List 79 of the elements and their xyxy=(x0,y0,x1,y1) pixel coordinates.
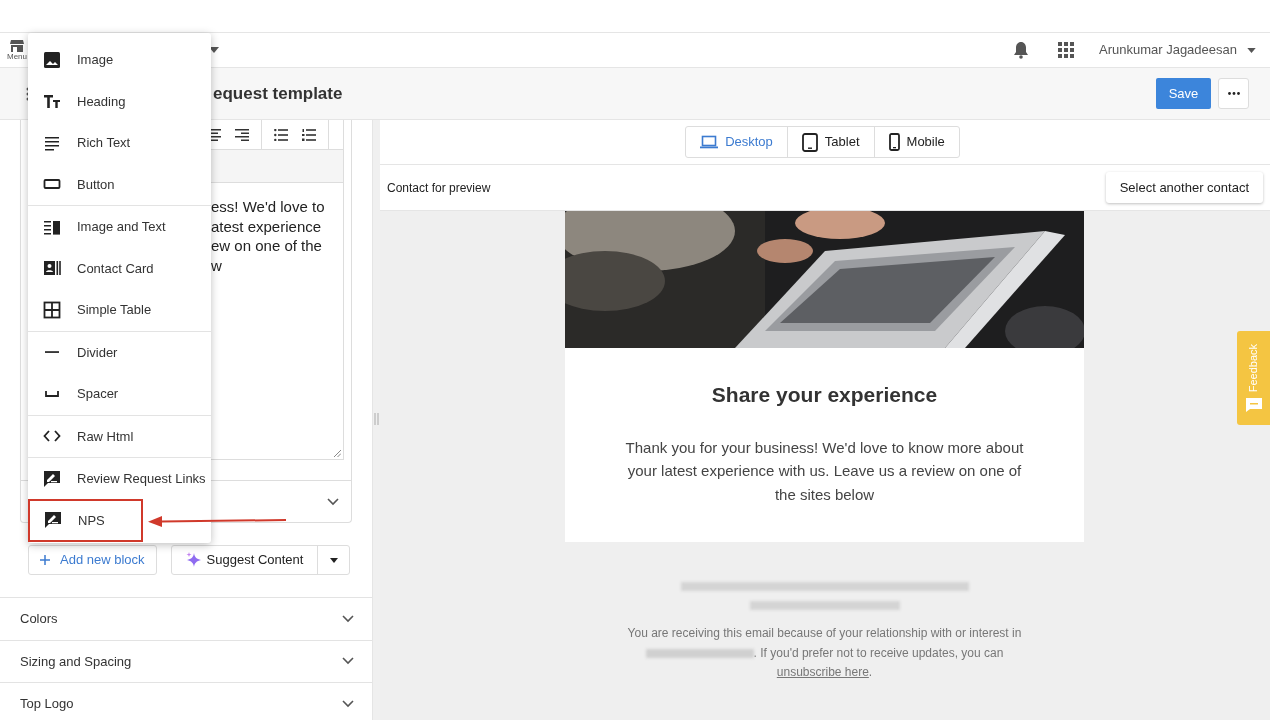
spacer-icon xyxy=(45,390,59,397)
menu-item[interactable]: Spacer xyxy=(28,373,211,415)
align-right-icon[interactable] xyxy=(235,128,249,141)
caret-icon xyxy=(1247,47,1256,53)
menu-item[interactable]: Heading xyxy=(28,80,211,122)
email-footer-text: You are receiving this email because of your relationship with or interest in . If you'd prefer not to receive updates, you can unsubscribe here. xyxy=(626,625,1023,681)
table-icon xyxy=(43,300,61,319)
menu-item-label: Image and Text xyxy=(77,218,166,236)
menu-item-label: Review Request Links xyxy=(77,470,206,488)
menu-item[interactable]: Simple Table xyxy=(28,289,211,331)
view-mode-tab[interactable]: Tablet xyxy=(786,127,874,157)
user-menu[interactable]: Arunkumar Jagadeesan xyxy=(1098,40,1256,60)
laptop-icon xyxy=(700,135,719,149)
section-title: Sizing and Spacing xyxy=(20,652,132,671)
view-mode-tab[interactable]: Mobile xyxy=(873,127,959,157)
tablet-icon xyxy=(801,132,818,152)
image-icon xyxy=(43,50,61,69)
chat-icon xyxy=(1245,398,1262,413)
accordion-section[interactable]: Sizing and Spacing xyxy=(0,639,372,682)
section-title: Top Logo xyxy=(20,695,74,713)
menu-item[interactable]: Image xyxy=(28,39,211,81)
more-icon xyxy=(1227,92,1240,95)
editor-text-line: ess! We'd love to xyxy=(211,197,325,217)
editor-text-line: w xyxy=(211,255,222,275)
chevron-down-icon[interactable] xyxy=(342,614,354,623)
chevron-down-icon[interactable] xyxy=(327,497,339,506)
accordion-section[interactable]: Colors xyxy=(0,597,372,640)
save-button[interactable]: Save xyxy=(1156,78,1211,109)
review-icon xyxy=(43,469,61,488)
contact-preview-label: Contact for preview xyxy=(387,179,491,197)
contact-card-icon xyxy=(43,259,61,278)
store-icon[interactable] xyxy=(10,39,24,52)
menu-item[interactable]: Rich Text xyxy=(28,122,211,164)
menu-item-label: Raw Html xyxy=(77,427,134,446)
menu-item-label: Heading xyxy=(77,92,126,111)
menu-item-label: NPS xyxy=(78,511,105,530)
text-size-icon xyxy=(43,92,61,111)
menu-item-label: Divider xyxy=(77,343,118,362)
menu-item-label: Rich Text xyxy=(77,134,131,152)
menu-item-label: Button xyxy=(77,175,115,194)
menu-item[interactable]: Contact Card xyxy=(28,247,211,289)
numbered-list-icon[interactable] xyxy=(302,128,316,141)
sparkle-icon xyxy=(185,552,202,568)
section-title: Colors xyxy=(20,610,58,628)
menu-label: Menu xyxy=(7,51,27,61)
caret-icon[interactable] xyxy=(209,47,219,53)
minus-icon xyxy=(45,351,59,354)
menu-item[interactable]: Image and Text xyxy=(28,206,211,248)
menu-item[interactable]: Button xyxy=(28,163,211,205)
plus-icon xyxy=(40,555,50,565)
menu-item[interactable]: Review Request Links xyxy=(28,458,211,500)
chevron-down-icon[interactable] xyxy=(342,699,354,708)
editor-text-line: ew on one of the xyxy=(211,236,322,256)
bell-icon[interactable] xyxy=(1012,41,1029,59)
menu-item-label: Simple Table xyxy=(77,301,152,319)
email-heading: Share your experience xyxy=(711,382,938,408)
unsubscribe-link[interactable]: unsubscribe here xyxy=(776,665,869,679)
caret-icon xyxy=(329,557,338,563)
add-block-button[interactable]: Add new block xyxy=(28,545,157,575)
menu-item-label: Image xyxy=(77,51,114,69)
page-title: equest template xyxy=(213,82,343,105)
splitter-handle-icon[interactable] xyxy=(374,413,379,425)
editor-text-line: atest experience xyxy=(211,216,322,236)
menu-item-label: Contact Card xyxy=(77,259,154,278)
apps-grid-icon[interactable] xyxy=(1057,42,1074,58)
phone-icon xyxy=(888,133,900,151)
bullet-list-icon[interactable] xyxy=(274,128,288,141)
menu-item[interactable]: NPS xyxy=(29,499,142,541)
review-icon xyxy=(44,511,62,530)
menu-item-label: Spacer xyxy=(77,385,119,403)
menu-item[interactable]: Divider xyxy=(28,331,211,373)
select-contact-button[interactable]: Select another contact xyxy=(1105,172,1263,203)
view-mode-tab[interactable]: Desktop xyxy=(686,127,787,157)
resize-handle-icon[interactable] xyxy=(334,450,341,457)
more-options-button[interactable] xyxy=(1218,78,1249,109)
accordion-section[interactable]: Top Logo xyxy=(0,682,372,720)
email-body-text: Thank you for your business! We'd love to know more about your latest experience with us. Leave us a review on one of the sites below xyxy=(624,437,1025,505)
chevron-down-icon[interactable] xyxy=(342,657,354,666)
menu-item[interactable]: Raw Html xyxy=(28,415,211,457)
